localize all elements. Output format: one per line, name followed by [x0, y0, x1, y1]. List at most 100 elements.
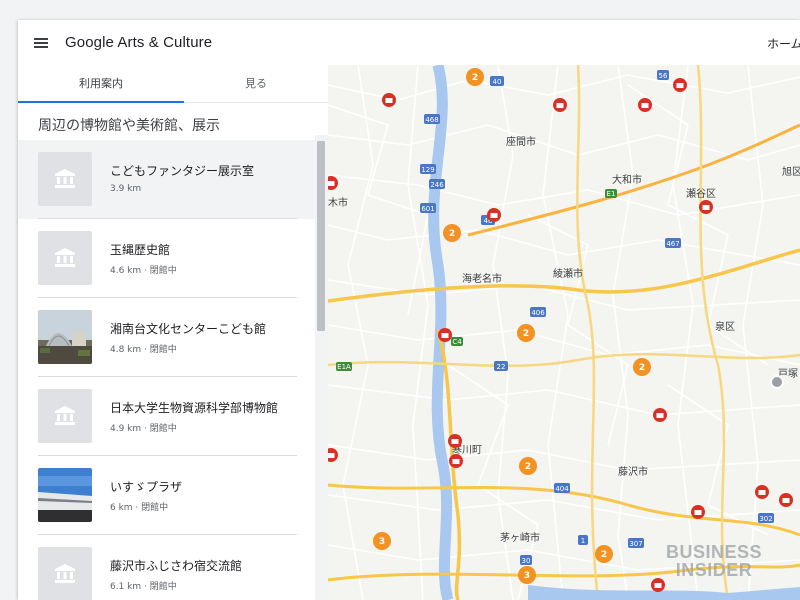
road-shield: 1 — [578, 535, 588, 545]
cluster-marker[interactable]: 2 — [633, 358, 651, 376]
cluster-marker[interactable]: 2 — [517, 324, 535, 342]
svg-text:2: 2 — [523, 329, 529, 339]
cluster-marker[interactable]: 3 — [373, 532, 391, 550]
svg-text:307: 307 — [629, 540, 642, 548]
active-tab-indicator — [18, 101, 184, 103]
museum-pin-icon[interactable] — [755, 485, 769, 499]
hamburger-menu-icon[interactable] — [34, 38, 48, 48]
map-canvas: 468 129 40 601 46 246 22 E1 56 C4 406 E1… — [328, 65, 800, 600]
museum-pin-icon[interactable] — [638, 98, 652, 112]
cluster-marker[interactable]: 2 — [519, 457, 537, 475]
road-shield: C4 — [451, 337, 463, 346]
museum-icon — [55, 248, 75, 267]
place-label: 木市 — [328, 196, 348, 209]
museum-icon — [55, 564, 75, 583]
museum-pin-icon[interactable] — [382, 93, 396, 107]
road-shield: 40 — [490, 76, 504, 86]
road-shield: 129 — [420, 164, 436, 174]
top-strip — [0, 0, 800, 20]
svg-text:2: 2 — [639, 363, 645, 373]
place-name: 玉縄歴史館 — [110, 243, 171, 257]
map-view[interactable]: 468 129 40 601 46 246 22 E1 56 C4 406 E1… — [328, 65, 800, 600]
cluster-marker[interactable]: 2 — [595, 545, 613, 563]
place-label: 座間市 — [506, 135, 536, 148]
place-meta: 4.6 km · 閉館中 — [110, 266, 177, 276]
svg-text:404: 404 — [555, 485, 569, 493]
place-label: 海老名市 — [462, 272, 502, 285]
scrollbar-thumb[interactable] — [317, 141, 325, 331]
tab-bar: 利用案内 見る — [18, 65, 328, 103]
museum-pin-icon[interactable] — [487, 208, 501, 222]
museum-pin-icon[interactable] — [449, 454, 463, 468]
place-meta: 6 km · 閉館中 — [110, 503, 169, 513]
tab-guide[interactable]: 利用案内 — [18, 65, 184, 102]
place-name: いすゞプラザ — [110, 480, 183, 494]
svg-text:2: 2 — [472, 73, 478, 83]
cluster-marker[interactable]: 3 — [518, 566, 536, 584]
museum-pin-icon[interactable] — [651, 578, 665, 592]
museum-pin-icon[interactable] — [653, 408, 667, 422]
museum-pin-icon[interactable] — [699, 200, 713, 214]
museum-icon — [55, 406, 75, 425]
section-title: 周辺の博物館や美術館、展示 — [38, 118, 220, 134]
place-meta: 4.8 km · 閉館中 — [110, 345, 177, 355]
place-label: 綾瀬市 — [553, 267, 583, 280]
place-photo-dome — [38, 310, 92, 364]
list-item[interactable]: こどもファンタジー展示室 3.9 km — [18, 140, 315, 219]
road-shield: E1A — [336, 362, 352, 371]
place-thumbnail — [38, 152, 92, 206]
svg-text:30: 30 — [522, 557, 531, 565]
road-shield: 406 — [530, 307, 546, 317]
museum-pin-icon[interactable] — [691, 505, 705, 519]
road-shield: 56 — [657, 70, 669, 80]
road-shield: 30 — [520, 555, 532, 565]
road-shield: 404 — [554, 483, 570, 493]
sidebar: 利用案内 見る 周辺の博物館や美術館、展示 こどもファンタジー展示室 3.9 k… — [18, 65, 328, 600]
place-name: 藤沢市ふじさわ宿交流館 — [110, 559, 243, 573]
museum-pin-icon[interactable] — [779, 493, 793, 507]
cluster-marker[interactable]: 2 — [466, 68, 484, 86]
museum-pin-icon[interactable] — [673, 78, 687, 92]
road-shield: 468 — [424, 114, 440, 124]
svg-text:302: 302 — [759, 515, 772, 523]
place-label: 泉区 — [715, 320, 735, 333]
svg-text:E1A: E1A — [337, 363, 351, 371]
cluster-marker[interactable]: 2 — [443, 224, 461, 242]
road-shield: 302 — [758, 513, 774, 523]
list-item[interactable]: 湘南台文化センターこども館 4.8 km · 閉館中 — [18, 298, 315, 377]
svg-text:467: 467 — [666, 240, 679, 248]
road-shield: 307 — [628, 538, 644, 548]
place-meta: 4.9 km · 閉館中 — [110, 424, 177, 434]
nav-home-link[interactable]: ホーム — [767, 35, 800, 52]
place-label: 瀬谷区 — [686, 188, 716, 200]
museum-pin-icon[interactable] — [328, 176, 338, 190]
road-shield: 467 — [665, 238, 681, 248]
place-name: 湘南台文化センターこども館 — [110, 322, 267, 336]
svg-text:3: 3 — [379, 537, 385, 547]
svg-text:1: 1 — [581, 537, 585, 545]
my-location-icon[interactable] — [770, 375, 784, 389]
list-item[interactable]: 日本大学生物資源科学部博物館 4.9 km · 閉館中 — [18, 377, 315, 456]
svg-text:2: 2 — [449, 229, 455, 239]
place-meta: 6.1 km · 閉館中 — [110, 582, 177, 592]
place-list: こどもファンタジー展示室 3.9 km 玉縄歴史館 4.6 km · 閉館中 湘… — [18, 140, 315, 600]
svg-text:468: 468 — [425, 116, 438, 124]
place-thumbnail — [38, 389, 92, 443]
list-item[interactable]: 藤沢市ふじさわ宿交流館 6.1 km · 閉館中 — [18, 535, 315, 600]
list-item[interactable]: 玉縄歴史館 4.6 km · 閉館中 — [18, 219, 315, 298]
app-logo[interactable]: Google Arts & Culture — [65, 34, 212, 51]
museum-pin-icon[interactable] — [553, 98, 567, 112]
museum-icon — [55, 169, 75, 188]
svg-text:2: 2 — [601, 550, 607, 560]
museum-pin-icon[interactable] — [438, 328, 452, 342]
svg-text:40: 40 — [493, 78, 502, 86]
list-item[interactable]: いすゞプラザ 6 km · 閉館中 — [18, 456, 315, 535]
list-scrollbar[interactable] — [315, 135, 328, 600]
place-name: 日本大学生物資源科学部博物館 — [110, 401, 279, 415]
museum-pin-icon[interactable] — [448, 434, 462, 448]
place-thumbnail — [38, 231, 92, 285]
place-label: 大和市 — [612, 173, 642, 186]
museum-pin-icon[interactable] — [328, 448, 338, 462]
tab-see[interactable]: 見る — [184, 65, 328, 102]
svg-text:246: 246 — [430, 181, 444, 189]
